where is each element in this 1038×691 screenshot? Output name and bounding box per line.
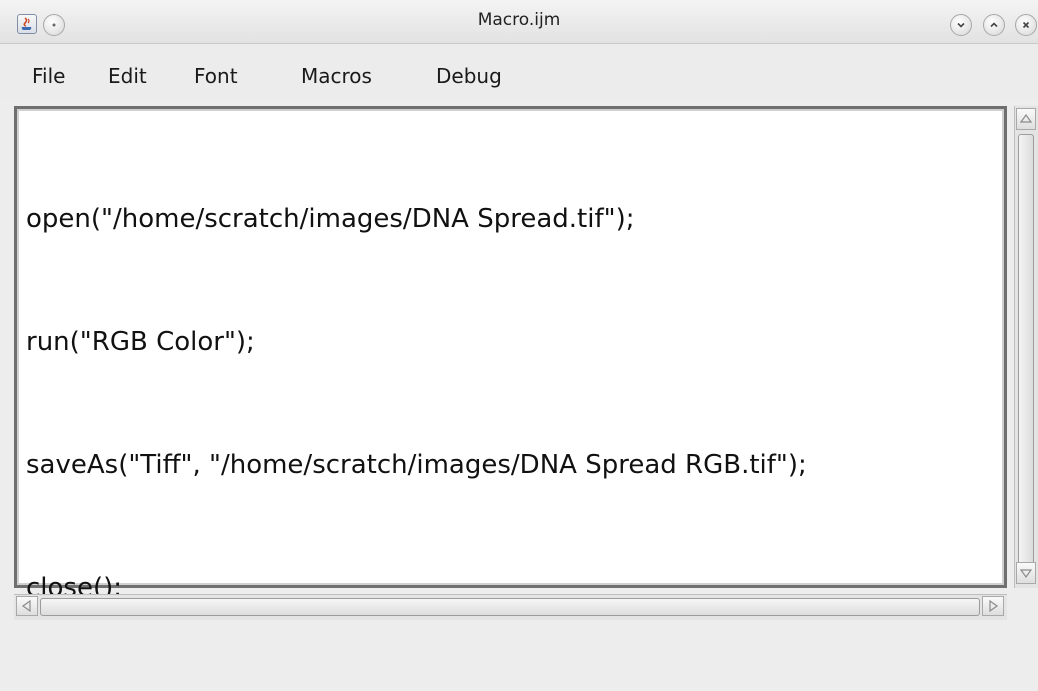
scroll-up-button[interactable] bbox=[1016, 108, 1036, 130]
window-title: Macro.ijm bbox=[477, 10, 561, 30]
code-editor[interactable]: open("/home/scratch/images/DNA Spread.ti… bbox=[14, 106, 1007, 603]
code-line: saveAs("Tiff", "/home/scratch/images/DNA… bbox=[26, 450, 807, 480]
code-line: run("RGB Color"); bbox=[26, 327, 255, 357]
menu-bar: File Edit Font Macros Debug bbox=[0, 44, 1038, 100]
arrow-down-icon bbox=[1019, 569, 1033, 579]
title-bar[interactable]: Macro.ijm bbox=[0, 0, 1038, 44]
menu-font[interactable]: Font bbox=[194, 64, 238, 88]
close-icon bbox=[1022, 21, 1030, 29]
minimize-icon bbox=[957, 22, 965, 28]
arrow-right-icon bbox=[989, 599, 999, 613]
arrow-up-icon bbox=[1019, 113, 1033, 123]
scroll-down-button[interactable] bbox=[1016, 562, 1036, 584]
horizontal-scroll-thumb[interactable] bbox=[40, 598, 980, 616]
scroll-right-button[interactable] bbox=[982, 596, 1004, 616]
menu-debug[interactable]: Debug bbox=[436, 64, 502, 88]
close-button[interactable] bbox=[1015, 14, 1037, 36]
horizontal-scrollbar[interactable] bbox=[14, 594, 1007, 620]
vertical-scroll-thumb[interactable] bbox=[1018, 134, 1034, 574]
scroll-left-button[interactable] bbox=[16, 596, 38, 616]
code-line: open("/home/scratch/images/DNA Spread.ti… bbox=[26, 204, 635, 234]
menu-macros[interactable]: Macros bbox=[301, 64, 372, 88]
menu-edit[interactable]: Edit bbox=[108, 64, 147, 88]
minimize-button[interactable] bbox=[950, 14, 972, 36]
menu-file[interactable]: File bbox=[32, 64, 65, 88]
arrow-left-icon bbox=[21, 599, 31, 613]
maximize-icon bbox=[990, 22, 998, 28]
maximize-button[interactable] bbox=[983, 14, 1005, 36]
vertical-scrollbar[interactable] bbox=[1014, 106, 1038, 588]
